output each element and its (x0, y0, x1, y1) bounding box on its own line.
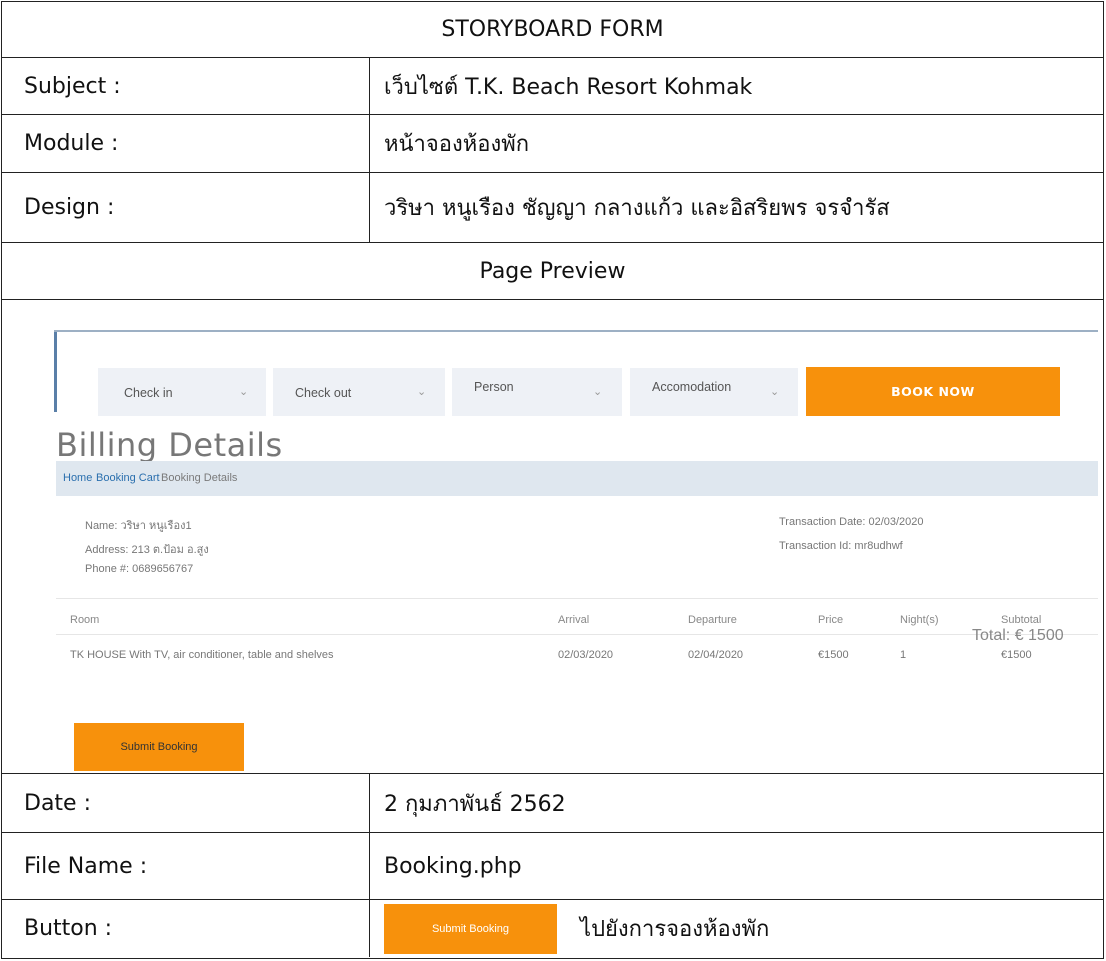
date-label: Date : (2, 774, 370, 832)
button-description: ไปยังการจองห้องพัก (580, 917, 770, 942)
design-row: Design : วริษา หนูเรือง ชัญญา กลางแก้ว แ… (2, 173, 1103, 243)
submit-booking-sample[interactable]: Submit Booking (384, 904, 557, 954)
subject-row: Subject : เว็บไซต์ T.K. Beach Resort Koh… (2, 58, 1103, 115)
th-nights: Night(s) (900, 614, 939, 626)
page-preview: Check in ⌄ Check out ⌄ Person ⌄ Accomoda… (2, 300, 1103, 774)
divider (56, 634, 1098, 635)
th-departure: Departure (688, 614, 737, 626)
submit-booking-button[interactable]: Submit Booking (74, 723, 244, 771)
form-title-row: STORYBOARD FORM (2, 2, 1103, 58)
chevron-down-icon: ⌄ (417, 386, 427, 398)
book-now-button[interactable]: BOOK NOW (806, 367, 1060, 416)
storyboard-form: STORYBOARD FORM Subject : เว็บไซต์ T.K. … (1, 1, 1104, 959)
preview-top-border (54, 330, 1098, 332)
accommodation-select[interactable]: Accomodation ⌄ (630, 368, 798, 416)
filename-value: Booking.php (384, 853, 522, 879)
date-value: 2 กุมภาพันธ์ 2562 (384, 791, 566, 817)
person-label: Person (474, 380, 514, 394)
th-arrival: Arrival (558, 614, 590, 626)
preview-label: Page Preview (479, 258, 626, 284)
button-row: Button : Submit Booking ไปยังการจองห้องพ… (2, 900, 1103, 957)
checkin-select[interactable]: Check in ⌄ (98, 368, 266, 416)
preview-left-edge (54, 332, 57, 412)
th-price: Price (818, 614, 844, 626)
checkin-label: Check in (124, 386, 173, 400)
breadcrumb: Home Booking Cart Booking Details (56, 461, 1098, 496)
customer-name: Name: วริษา หนูเรือง1 (85, 520, 192, 532)
td-nights: 1 (900, 649, 907, 661)
checkout-select[interactable]: Check out ⌄ (273, 368, 445, 416)
transaction-date: Transaction Date: 02/03/2020 (779, 516, 924, 528)
module-row: Module : หน้าจองห้องพัก (2, 115, 1103, 173)
breadcrumb-home[interactable]: Home (63, 472, 92, 484)
booking-total: Total: € 1500 (972, 627, 1064, 644)
preview-label-row: Page Preview (2, 243, 1103, 300)
td-room: TK HOUSE With TV, air conditioner, table… (70, 649, 334, 661)
td-departure: 02/04/2020 (688, 649, 744, 661)
checkout-label: Check out (295, 386, 352, 400)
button-label: Button : (2, 900, 370, 957)
customer-phone: Phone #: 0689656767 (85, 563, 194, 575)
design-label: Design : (2, 173, 370, 242)
billing-title: Billing Details (56, 426, 283, 464)
module-label: Module : (2, 115, 370, 172)
form-title: STORYBOARD FORM (441, 17, 664, 42)
td-arrival: 02/03/2020 (558, 649, 614, 661)
accommodation-label: Accomodation (652, 380, 732, 394)
customer-address: Address: 213 ต.ป้อม อ.สูง (85, 544, 209, 556)
chevron-down-icon: ⌄ (239, 386, 249, 398)
module-value: หน้าจองห้องพัก (384, 132, 530, 157)
subject-label: Subject : (2, 58, 370, 114)
subject-value: เว็บไซต์ T.K. Beach Resort Kohmak (384, 74, 753, 100)
date-row: Date : 2 กุมภาพันธ์ 2562 (2, 774, 1103, 833)
th-subtotal: Subtotal (1001, 614, 1042, 626)
breadcrumb-cart[interactable]: Booking Cart (96, 472, 160, 484)
th-room: Room (70, 614, 100, 626)
td-price: €1500 (818, 649, 849, 661)
chevron-down-icon: ⌄ (593, 386, 603, 398)
td-subtotal: €1500 (1001, 649, 1032, 661)
divider (56, 598, 1098, 599)
filename-label: File Name : (2, 833, 370, 899)
filename-row: File Name : Booking.php (2, 833, 1103, 900)
breadcrumb-current: Booking Details (161, 472, 238, 484)
chevron-down-icon: ⌄ (770, 386, 780, 398)
transaction-id: Transaction Id: mr8udhwf (779, 540, 903, 552)
person-select[interactable]: Person ⌄ (452, 368, 622, 416)
design-value: วริษา หนูเรือง ชัญญา กลางแก้ว และอิสริยพ… (384, 196, 890, 221)
